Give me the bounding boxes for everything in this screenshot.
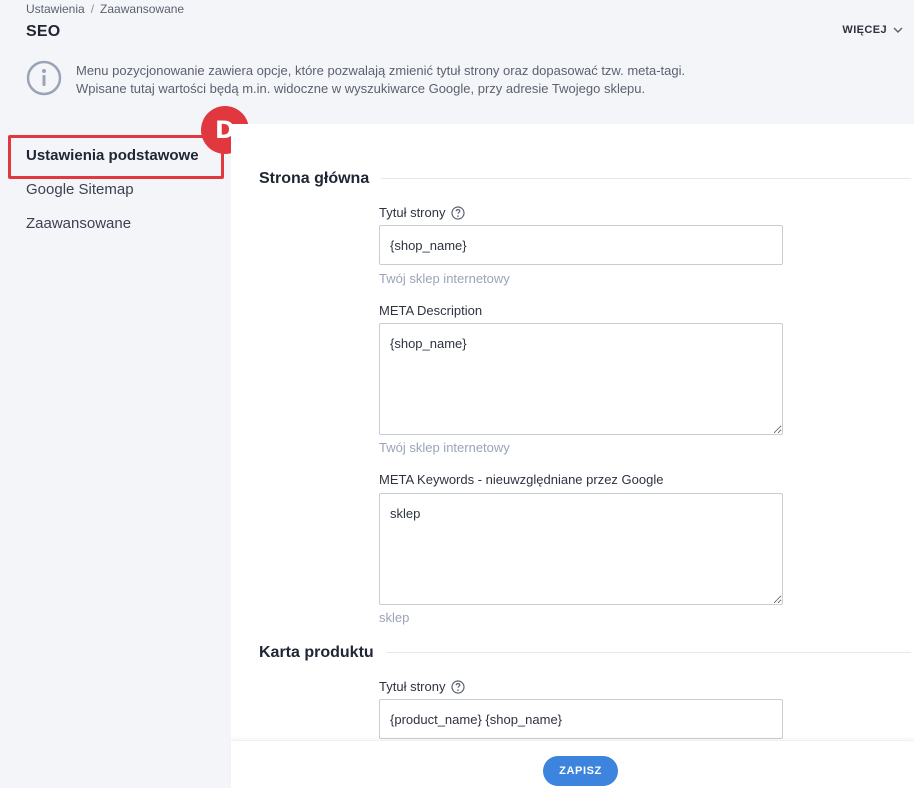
section-title-product: Karta produktu (259, 644, 374, 661)
breadcrumb-item-advanced[interactable]: Zaawansowane (100, 2, 184, 16)
help-icon[interactable] (451, 679, 466, 694)
section-divider (381, 178, 911, 179)
sidebar-item-advanced[interactable]: Zaawansowane (26, 215, 131, 232)
annotation-highlight-box (8, 135, 224, 179)
meta-description-hint: Twój sklep internetowy (379, 440, 510, 455)
product-page-title-label: Tytuł strony (379, 679, 466, 694)
product-page-title-label-text: Tytuł strony (379, 679, 446, 694)
home-page-title-label: Tytuł strony (379, 205, 466, 220)
breadcrumb: Ustawienia / Zaawansowane (26, 2, 184, 16)
meta-keywords-label: META Keywords - nieuwzględniane przez Go… (379, 472, 664, 487)
page-title: SEO (26, 23, 61, 40)
main-content: Strona główna Tytuł strony Twój sklep in… (231, 124, 914, 740)
breadcrumb-separator: / (90, 2, 95, 16)
page-header: Ustawienia / Zaawansowane SEO WIĘCEJ Menu … (0, 0, 914, 124)
info-text-line: Menu pozycjonowanie zawiera opcje, które… (76, 63, 686, 78)
help-icon[interactable] (451, 205, 466, 220)
sidebar-item-google-sitemap[interactable]: Google Sitemap (26, 181, 134, 198)
home-page-title-input[interactable] (379, 225, 783, 265)
section-divider (386, 652, 911, 653)
info-icon (26, 60, 62, 96)
section-title-home: Strona główna (259, 170, 370, 187)
more-button-label: WIĘCEJ (842, 24, 887, 36)
more-button[interactable]: WIĘCEJ (842, 24, 904, 36)
breadcrumb-item-settings[interactable]: Ustawienia (26, 2, 85, 16)
info-text: Menu pozycjonowanie zawiera opcje, które… (76, 62, 685, 98)
home-page-title-label-text: Tytuł strony (379, 205, 446, 220)
info-text-line: Wpisane tutaj wartości będą m.in. widocz… (76, 81, 646, 96)
chevron-down-icon (893, 27, 903, 33)
save-button[interactable]: ZAPISZ (543, 756, 618, 786)
meta-description-label: META Description (379, 303, 483, 318)
footer-bar: ZAPISZ (231, 740, 914, 788)
meta-keywords-hint: sklep (379, 610, 410, 625)
meta-description-textarea[interactable]: {shop_name} (379, 323, 783, 435)
meta-keywords-textarea[interactable]: sklep (379, 493, 783, 605)
product-page-title-input[interactable] (379, 699, 783, 739)
home-page-title-hint: Twój sklep internetowy (379, 271, 510, 286)
